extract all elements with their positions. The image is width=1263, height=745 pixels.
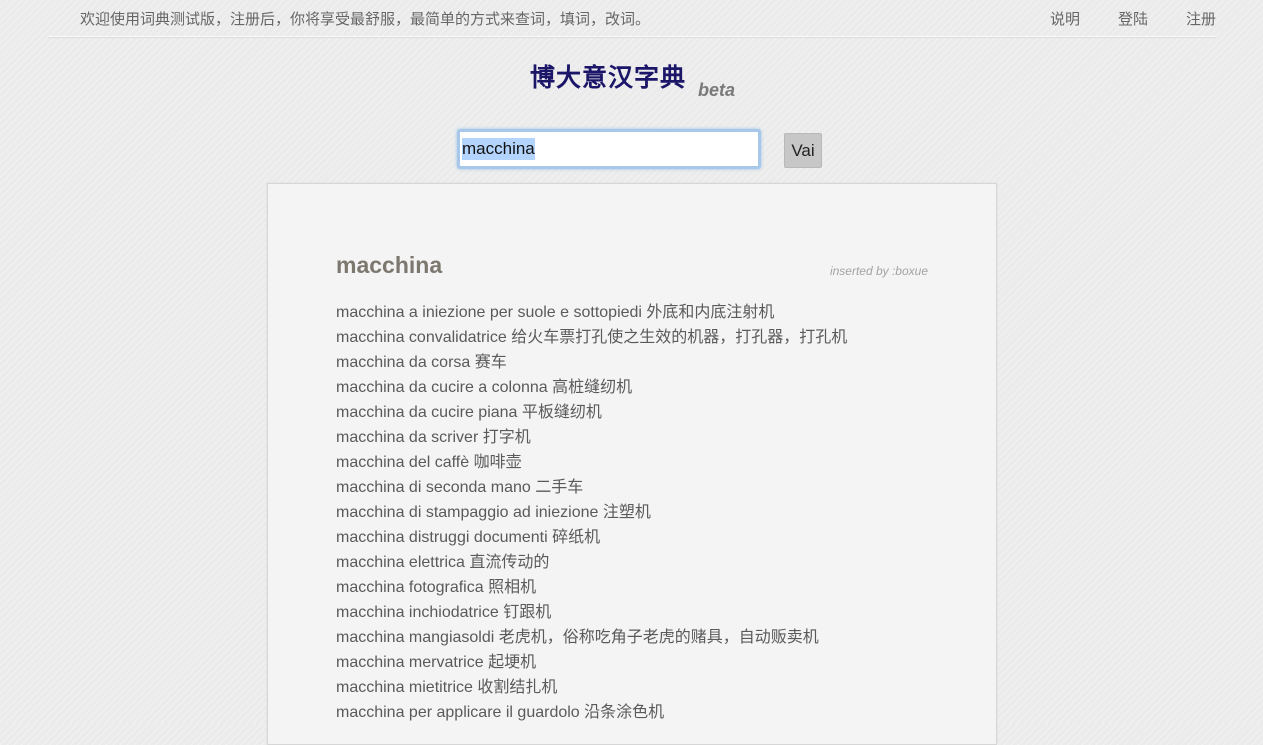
definition-term[interactable]: macchina da scriver — [336, 429, 478, 446]
definition-term[interactable]: macchina mangiasoldi — [336, 629, 494, 646]
definition-term[interactable]: macchina mietitrice — [336, 679, 473, 696]
logo-title: 博大意汉字典 — [530, 63, 687, 92]
definition-translation: 高桩缝纫机 — [552, 379, 633, 396]
definition-translation: 咖啡壶 — [473, 454, 522, 471]
definition-translation: 外底和内底注射机 — [646, 304, 775, 321]
definition-item: macchina per applicare il guardolo 沿条涂色机 — [336, 700, 847, 725]
inserted-by-label: inserted by :boxue — [829, 264, 928, 278]
definition-term[interactable]: macchina del caffè — [336, 454, 469, 471]
definition-item: macchina mangiasoldi 老虎机，俗称吃角子老虎的赌具，自动贩卖… — [336, 625, 847, 650]
definition-item: macchina elettrica 直流传动的 — [336, 550, 847, 575]
search-input-value: macchina — [462, 138, 535, 160]
definition-translation: 直流传动的 — [469, 554, 550, 571]
definition-item: macchina di stampaggio ad iniezione 注塑机 — [336, 500, 847, 525]
definition-translation: 老虎机，俗称吃角子老虎的赌具，自动贩卖机 — [498, 629, 819, 646]
definition-translation: 二手车 — [535, 479, 584, 496]
definition-item: macchina da cucire piana 平板缝纫机 — [336, 400, 847, 425]
definition-item: macchina da scriver 打字机 — [336, 425, 847, 450]
definition-translation: 起埂机 — [488, 654, 537, 671]
definition-translation: 平板缝纫机 — [521, 404, 602, 421]
definition-term[interactable]: macchina distruggi documenti — [336, 529, 548, 546]
definition-term[interactable]: macchina di stampaggio ad iniezione — [336, 504, 598, 521]
definition-item: macchina mietitrice 收割结扎机 — [336, 675, 847, 700]
definition-term[interactable]: macchina mervatrice — [336, 654, 484, 671]
search-button[interactable]: Vai — [784, 133, 822, 168]
help-link[interactable]: 说明 — [1050, 8, 1080, 29]
definition-item: macchina a iniezione per suole e sottopi… — [336, 300, 847, 325]
definition-translation: 照相机 — [488, 579, 537, 596]
beta-label: beta — [698, 80, 736, 100]
definition-translation: 沿条涂色机 — [584, 704, 665, 721]
welcome-message: 欢迎使用词典测试版，注册后，你将享受最舒服，最简单的方式来查词，填词，改词。 — [80, 11, 651, 28]
definition-term[interactable]: macchina da corsa — [336, 354, 470, 371]
definition-translation: 打字机 — [482, 429, 531, 446]
definition-translation: 注塑机 — [602, 504, 651, 521]
definition-term[interactable]: macchina fotografica — [336, 579, 484, 596]
definition-term[interactable]: macchina per applicare il guardolo — [336, 704, 580, 721]
definition-term[interactable]: macchina inchiodatrice — [336, 604, 499, 621]
register-link[interactable]: 注册 — [1186, 8, 1216, 29]
search-input[interactable]: macchina — [457, 129, 761, 169]
definition-item: macchina fotografica 照相机 — [336, 575, 847, 600]
entry-panel: macchina inserted by :boxue macchina a i… — [267, 183, 997, 745]
definition-item: macchina convalidatrice 给火车票打孔使之生效的机器，打孔… — [336, 325, 847, 350]
definition-term[interactable]: macchina di seconda mano — [336, 479, 531, 496]
definition-translation: 收割结扎机 — [477, 679, 558, 696]
definition-translation: 给火车票打孔使之生效的机器，打孔器，打孔机 — [511, 329, 848, 346]
definition-item: macchina del caffè 咖啡壶 — [336, 450, 847, 475]
top-nav: 说明 登陆 注册 — [1012, 8, 1216, 29]
definition-term[interactable]: macchina a iniezione per suole e sottopi… — [336, 304, 642, 321]
definition-term[interactable]: macchina convalidatrice — [336, 329, 507, 346]
definition-translation: 钉跟机 — [503, 604, 552, 621]
definition-term[interactable]: macchina elettrica — [336, 554, 465, 571]
login-link[interactable]: 登陆 — [1118, 8, 1148, 29]
definition-item: macchina inchiodatrice 钉跟机 — [336, 600, 847, 625]
definition-item: macchina mervatrice 起埂机 — [336, 650, 847, 675]
entry-title: macchina — [336, 252, 443, 278]
definition-term[interactable]: macchina da cucire piana — [336, 404, 517, 421]
site-logo[interactable]: 博大意汉字典 beta — [530, 58, 735, 100]
definition-term[interactable]: macchina da cucire a colonna — [336, 379, 548, 396]
definition-item: macchina da corsa 赛车 — [336, 350, 847, 375]
definition-item: macchina distruggi documenti 碎纸机 — [336, 525, 847, 550]
definition-translation: 赛车 — [474, 354, 507, 371]
definition-item: macchina da cucire a colonna 高桩缝纫机 — [336, 375, 847, 400]
definition-item: macchina di seconda mano 二手车 — [336, 475, 847, 500]
definition-list: macchina a iniezione per suole e sottopi… — [336, 300, 847, 725]
definition-translation: 碎纸机 — [552, 529, 601, 546]
top-bar: 欢迎使用词典测试版，注册后，你将享受最舒服，最简单的方式来查词，填词，改词。 说… — [48, 0, 1216, 37]
